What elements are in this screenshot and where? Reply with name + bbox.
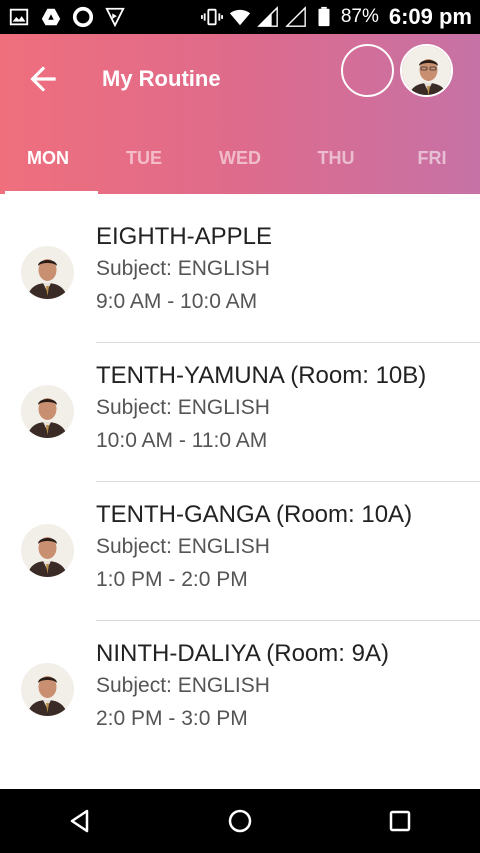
class-subject: Subject: ENGLISH	[96, 674, 270, 697]
profile-ring-button[interactable]	[341, 44, 394, 97]
class-title: EIGHTH-APPLE	[96, 223, 273, 250]
tab-mon[interactable]: MON	[0, 138, 96, 194]
signal-icon	[256, 6, 279, 28]
class-time: 10:0 AM - 11:0 AM	[96, 429, 268, 452]
list-item[interactable]: TENTH-GANGA (Room: 10A) Subject: ENGLISH…	[0, 482, 480, 621]
status-bar: 87% 6:09 pm	[0, 0, 480, 34]
class-title: TENTH-GANGA (Room: 10A)	[96, 501, 413, 528]
class-time: 1:0 PM - 2:0 PM	[96, 568, 248, 591]
tab-thu[interactable]: THU	[288, 138, 384, 194]
back-triangle-icon	[70, 809, 89, 833]
class-subject: Subject: ENGLISH	[96, 396, 270, 419]
teacher-avatar	[21, 524, 74, 577]
day-tabs: MON TUE WED THU FRI	[0, 138, 480, 194]
app-bar: My Routine MON TUE WED THU FRI	[0, 34, 480, 194]
teacher-avatar	[21, 246, 74, 299]
teacher-avatar	[21, 663, 74, 716]
gallery-icon	[8, 6, 30, 28]
nav-home-button[interactable]	[225, 806, 255, 836]
wifi-icon	[229, 6, 251, 28]
vibrate-icon	[200, 6, 223, 28]
vpn-icon	[104, 6, 126, 28]
class-title: TENTH-YAMUNA (Room: 10B)	[96, 362, 427, 389]
list-item[interactable]: TENTH-YAMUNA (Room: 10B) Subject: ENGLIS…	[0, 343, 480, 482]
signal-icon-2	[284, 6, 307, 28]
clock: 6:09 pm	[388, 4, 472, 29]
tab-fri[interactable]: FRI	[384, 138, 480, 194]
routine-list: EIGHTH-APPLE Subject: ENGLISH 9:0 AM - 1…	[0, 204, 480, 760]
nav-back-button[interactable]	[65, 806, 95, 836]
battery-icon	[313, 6, 335, 28]
opera-icon	[72, 6, 94, 28]
tab-tue[interactable]: TUE	[96, 138, 192, 194]
active-tab-indicator	[5, 191, 98, 194]
back-button[interactable]	[24, 60, 62, 98]
arrow-left-icon	[30, 66, 56, 92]
system-nav-bar	[0, 789, 480, 853]
recents-square-icon	[389, 810, 411, 832]
class-time: 9:0 AM - 10:0 AM	[96, 290, 258, 313]
list-item[interactable]: EIGHTH-APPLE Subject: ENGLISH 9:0 AM - 1…	[0, 204, 480, 343]
class-time: 2:0 PM - 3:0 PM	[96, 707, 248, 730]
page-title: My Routine	[102, 66, 221, 91]
tab-wed[interactable]: WED	[192, 138, 288, 194]
class-subject: Subject: ENGLISH	[96, 535, 270, 558]
class-subject: Subject: ENGLISH	[96, 257, 270, 280]
avatar[interactable]	[400, 44, 453, 97]
teacher-avatar	[21, 385, 74, 438]
battery-percent: 87%	[340, 6, 379, 27]
class-title: NINTH-DALIYA (Room: 9A)	[96, 640, 389, 667]
nav-recents-button[interactable]	[385, 806, 415, 836]
drive-icon	[40, 6, 62, 28]
home-circle-icon	[228, 809, 252, 833]
list-item[interactable]: NINTH-DALIYA (Room: 9A) Subject: ENGLISH…	[0, 621, 480, 760]
